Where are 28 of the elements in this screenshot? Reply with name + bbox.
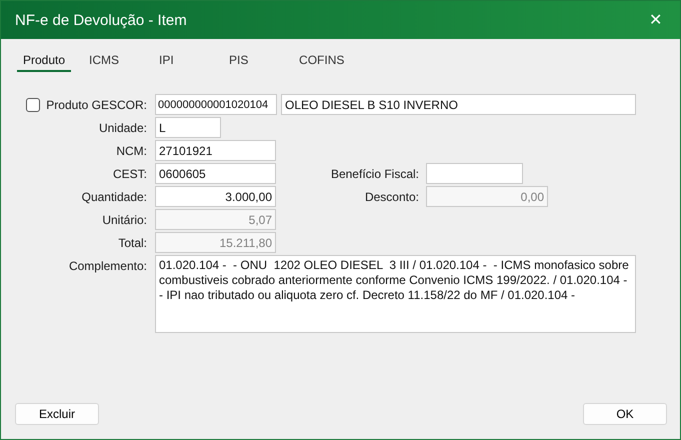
- field-label: Desconto:: [364, 190, 419, 204]
- tab[interactable]: PIS: [223, 51, 274, 72]
- text-field[interactable]: OLEO DIESEL B S10 INVERNO: [281, 94, 636, 115]
- field-label: Quantidade:: [80, 190, 147, 204]
- checkbox[interactable]: [26, 98, 40, 112]
- text-field[interactable]: 27101921: [155, 140, 276, 161]
- ok-button[interactable]: OK: [583, 403, 667, 425]
- text-field[interactable]: L: [155, 117, 221, 138]
- field-label: Unitário:: [101, 212, 147, 226]
- field-label: CEST:: [112, 166, 147, 180]
- text-field[interactable]: 3.000,00: [155, 186, 276, 207]
- field-label: Benefício Fiscal:: [330, 166, 419, 180]
- window-title: NF-e de Devolução - Item: [15, 12, 187, 28]
- text-field[interactable]: 0600605: [155, 163, 276, 184]
- field-label: Total:: [117, 236, 147, 250]
- field-label: Unidade:: [98, 120, 147, 134]
- text-area[interactable]: 01.020.104 - - ONU 1202 OLEO DIESEL 3 III / 01.020.104 - - ICMS monofasico sobre combustiveis cobrado anteriormente conforme Convenio ICMS 199/2022. / 01.020.104 - - IPI nao tributado ou aliquota zero cf. Decreto 11.158/22 do MF / 01.020.104 -: [155, 255, 636, 333]
- tab[interactable]: ICMS: [83, 51, 134, 72]
- delete-button[interactable]: Excluir: [15, 403, 99, 425]
- close-button[interactable]: ✕: [645, 10, 666, 30]
- tab[interactable]: COFINS: [293, 51, 350, 72]
- tab[interactable]: Produto: [17, 51, 72, 72]
- tab[interactable]: IPI: [153, 51, 204, 72]
- field-label: Produto GESCOR:: [46, 98, 147, 112]
- text-field[interactable]: [426, 163, 523, 184]
- field-label: Complemento:: [68, 258, 147, 273]
- field-label: NCM:: [115, 144, 147, 158]
- text-field[interactable]: 000000000001020104: [155, 94, 277, 115]
